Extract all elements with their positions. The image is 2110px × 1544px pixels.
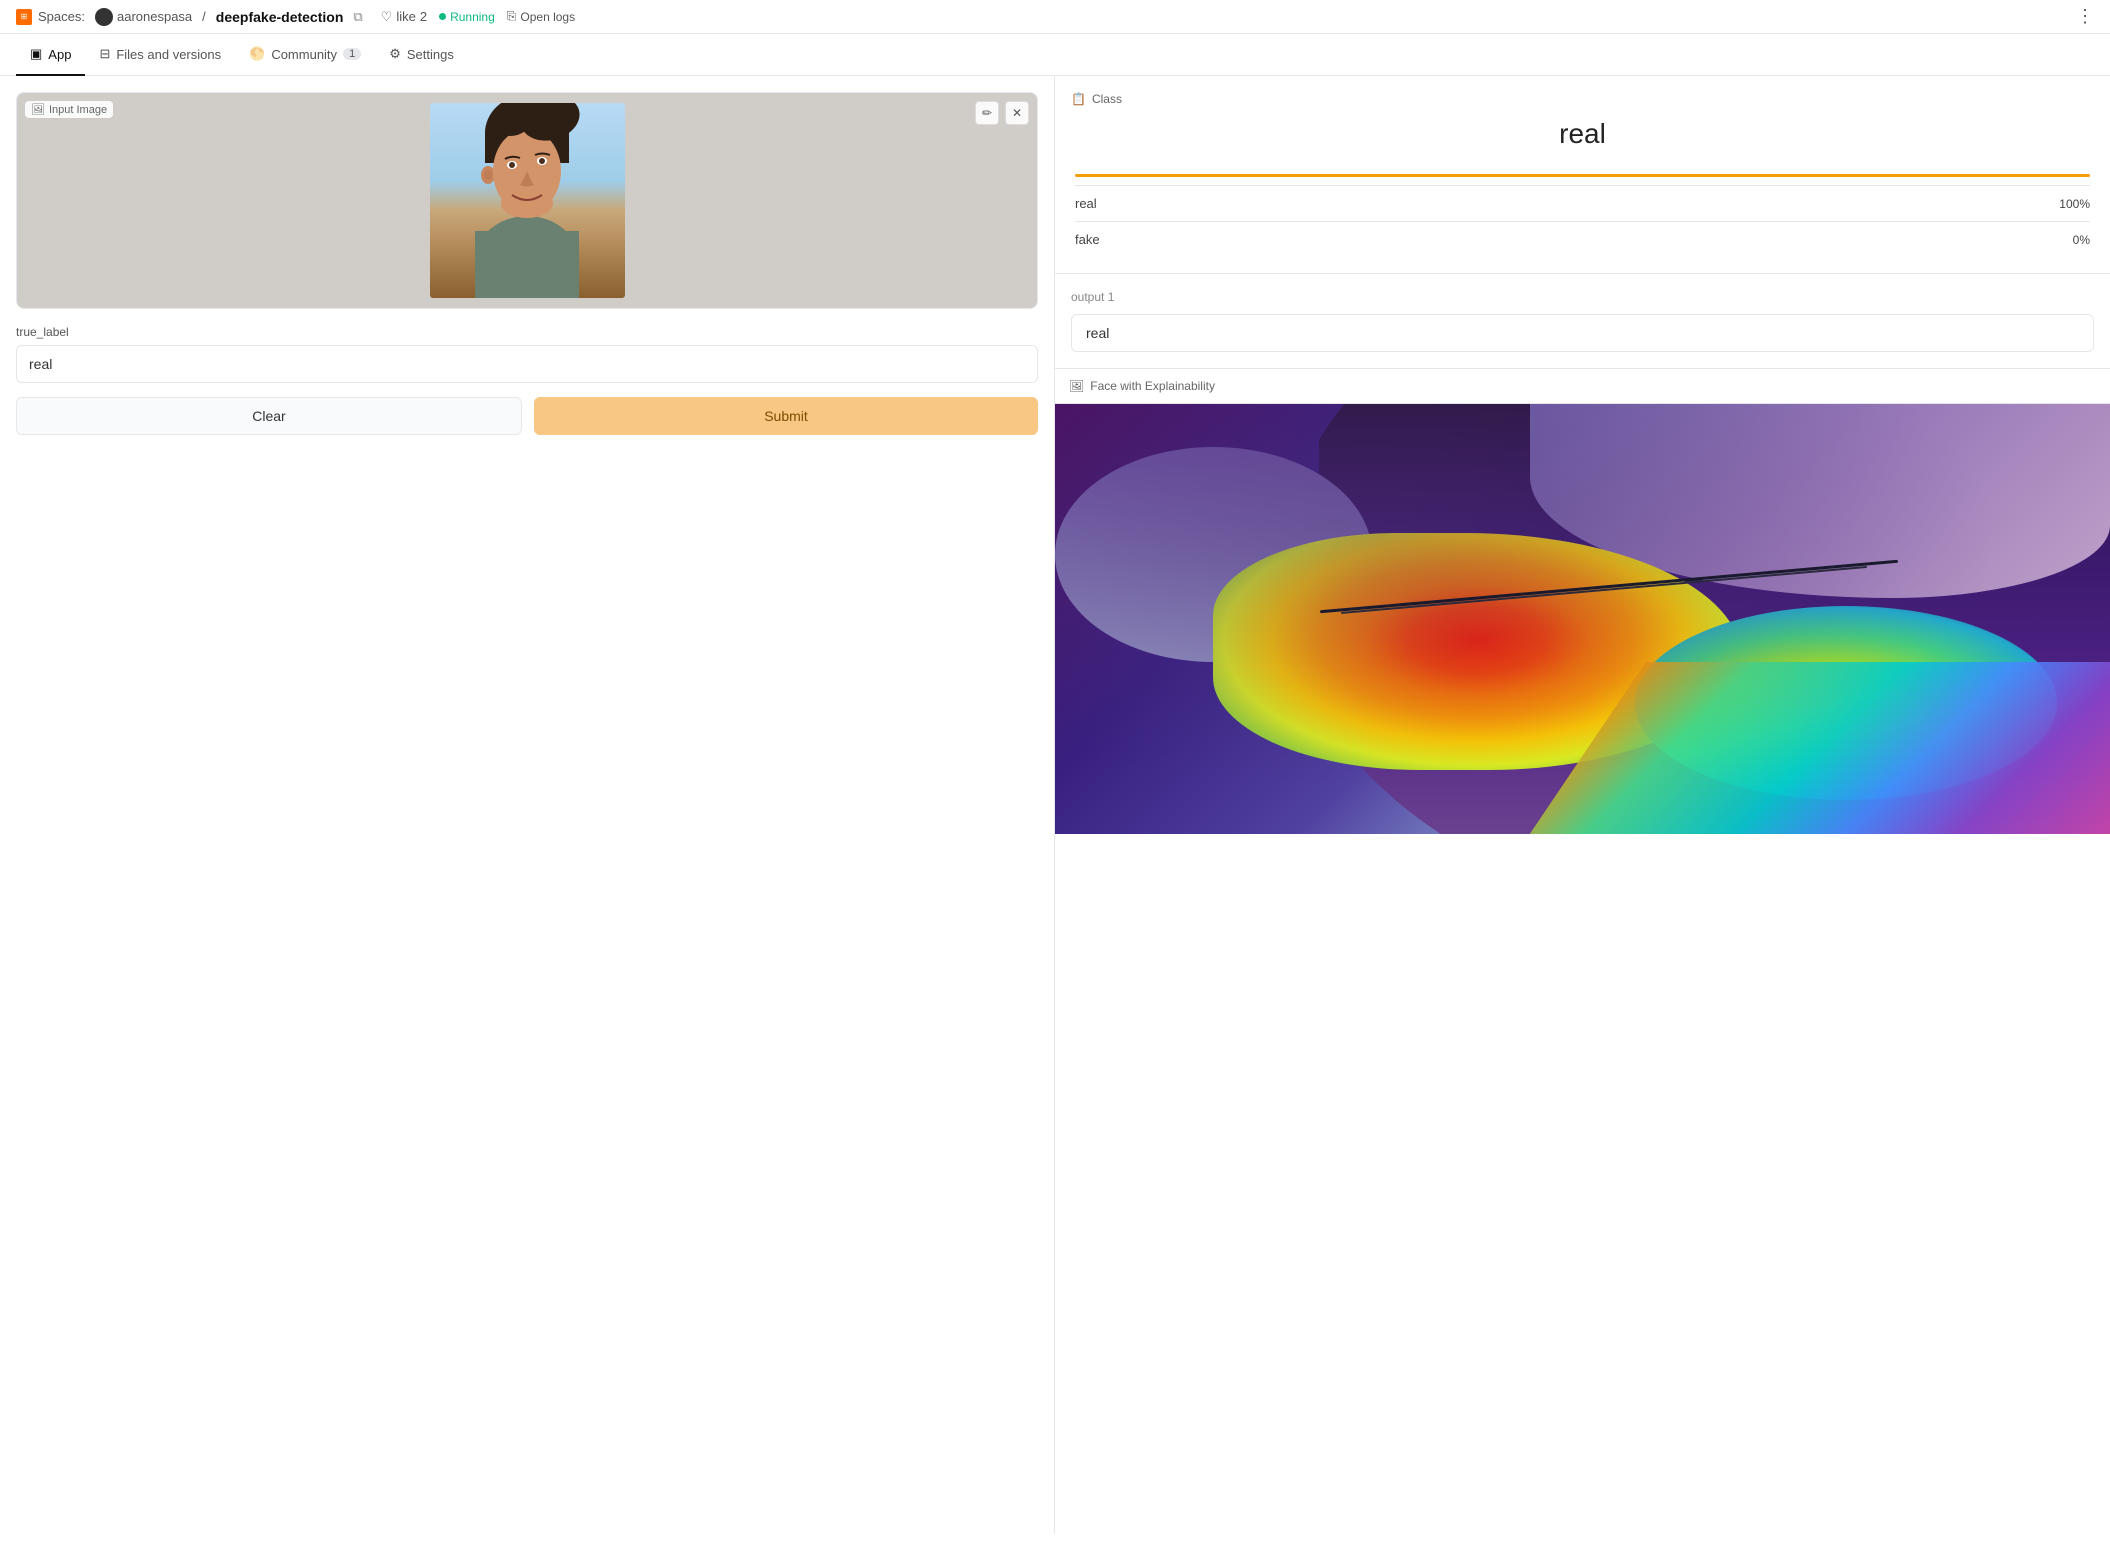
right-panel: 📋 Class real real 100% fake 0% xyxy=(1055,76,2110,1534)
explain-label: Face with Explainability xyxy=(1090,379,1215,393)
edit-icon: ✏ xyxy=(982,106,992,120)
topbar-actions: ♡ like 2 Running ⎘ Open logs xyxy=(381,9,575,25)
true-label-input[interactable] xyxy=(16,345,1038,383)
image-panel-header: 🖼 Input Image xyxy=(25,101,113,118)
logs-label: Open logs xyxy=(520,10,575,24)
settings-icon: ⚙ xyxy=(389,46,401,62)
running-label: Running xyxy=(450,10,495,24)
tab-app-label: App xyxy=(48,47,71,62)
topbar-user[interactable]: aaronespasa xyxy=(95,8,192,26)
explain-image xyxy=(1055,404,2110,834)
tab-settings[interactable]: ⚙ Settings xyxy=(375,34,468,76)
nav-tabs: ▣ App ⊟ Files and versions 🌕 Community 1… xyxy=(0,34,2110,76)
tab-community-label: Community xyxy=(271,47,337,62)
left-panel: 🖼 Input Image ✏ ✕ xyxy=(0,76,1055,1534)
username-label: aaronespasa xyxy=(117,9,192,24)
heart-icon: ♡ xyxy=(381,9,393,25)
class-panel: 📋 Class real real 100% fake 0% xyxy=(1055,76,2110,274)
real-pct: 100% xyxy=(2059,197,2090,211)
label-real-section: real 100% xyxy=(1071,174,2094,221)
main-content: 🖼 Input Image ✏ ✕ xyxy=(0,76,2110,1534)
class-value: real xyxy=(1071,118,2094,158)
topbar-brand: ⊞ Spaces: xyxy=(16,9,85,25)
class-panel-label: Class xyxy=(1092,92,1122,106)
image-display-area xyxy=(17,93,1037,308)
like-count: 2 xyxy=(420,9,427,24)
community-badge: 1 xyxy=(343,48,361,60)
face-explain-icon: 🖼 xyxy=(1069,379,1084,393)
close-icon: ✕ xyxy=(1012,106,1022,120)
community-icon: 🌕 xyxy=(249,46,265,62)
running-status: Running xyxy=(439,10,495,24)
open-logs-button[interactable]: ⎘ Open logs xyxy=(507,9,575,24)
action-buttons: Clear Submit xyxy=(16,397,1038,435)
tab-settings-label: Settings xyxy=(407,47,454,62)
input-image-label: Input Image xyxy=(49,104,107,116)
heatmap-blend xyxy=(1055,404,2110,834)
repo-name[interactable]: deepfake-detection xyxy=(216,9,344,25)
class-panel-header: 📋 Class xyxy=(1071,92,2094,106)
image-panel-actions: ✏ ✕ xyxy=(975,101,1029,125)
true-label-section: true_label xyxy=(16,325,1038,397)
topbar-separator: / xyxy=(202,9,206,24)
tab-files[interactable]: ⊟ Files and versions xyxy=(85,34,235,76)
topbar: ⊞ Spaces: aaronespasa / deepfake-detecti… xyxy=(0,0,2110,34)
fake-pct: 0% xyxy=(2073,233,2090,247)
spaces-logo-icon: ⊞ xyxy=(16,9,32,25)
explain-header: 🖼 Face with Explainability xyxy=(1055,369,2110,404)
output-panel: output 1 real xyxy=(1055,274,2110,369)
real-label: real xyxy=(1075,196,1097,211)
person-image xyxy=(430,103,625,298)
tab-app[interactable]: ▣ App xyxy=(16,34,85,76)
output-label: output 1 xyxy=(1071,290,2094,304)
image-panel: 🖼 Input Image ✏ ✕ xyxy=(16,92,1038,309)
label-real-row: real 100% xyxy=(1075,185,2090,221)
tab-community[interactable]: 🌕 Community 1 xyxy=(235,34,375,76)
copy-icon[interactable]: ⧉ xyxy=(353,9,362,25)
fake-label: fake xyxy=(1075,232,1100,247)
true-label-label: true_label xyxy=(16,325,1038,339)
submit-button[interactable]: Submit xyxy=(534,397,1038,435)
real-progress-bar xyxy=(1075,174,2090,177)
class-icon: 📋 xyxy=(1071,92,1086,106)
output-value: real xyxy=(1071,314,2094,352)
running-dot-icon xyxy=(439,13,446,20)
tab-files-label: Files and versions xyxy=(116,47,221,62)
edit-image-button[interactable]: ✏ xyxy=(975,101,999,125)
app-icon: ▣ xyxy=(30,46,42,62)
label-fake-row: fake 0% xyxy=(1075,221,2090,257)
like-label: like xyxy=(396,9,416,24)
clear-button[interactable]: Clear xyxy=(16,397,522,435)
image-icon: 🖼 xyxy=(31,103,45,116)
spaces-label: Spaces: xyxy=(38,9,85,24)
label-fake-section: fake 0% xyxy=(1071,221,2094,257)
heatmap-container xyxy=(1055,404,2110,834)
logs-icon: ⎘ xyxy=(507,9,517,24)
like-button[interactable]: ♡ like 2 xyxy=(381,9,427,25)
files-icon: ⊟ xyxy=(99,46,110,62)
explain-panel: 🖼 Face with Explainability xyxy=(1055,369,2110,834)
user-avatar xyxy=(95,8,113,26)
close-image-button[interactable]: ✕ xyxy=(1005,101,1029,125)
more-options-button[interactable]: ⋮ xyxy=(2076,6,2094,27)
